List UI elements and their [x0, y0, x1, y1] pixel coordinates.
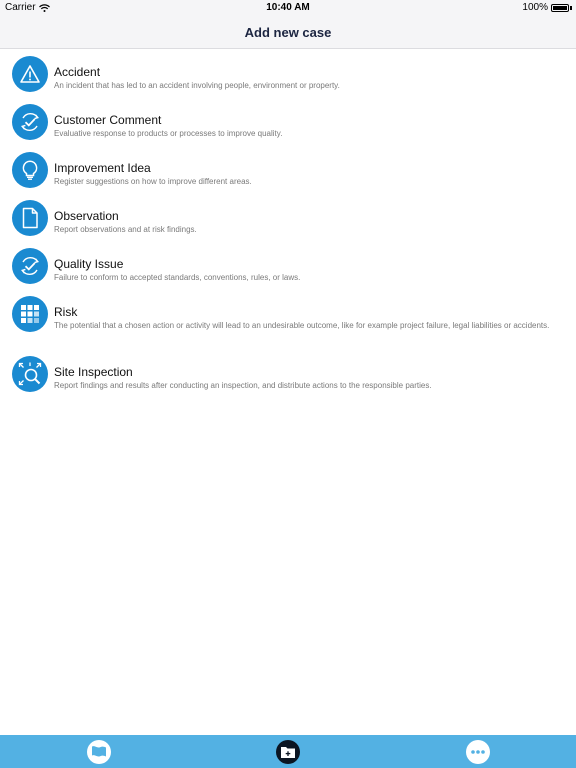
case-type-description: An incident that has led to an accident … — [54, 81, 340, 90]
case-type-customer-comment[interactable]: Customer Comment Evaluative response to … — [0, 97, 576, 145]
flag-icon — [92, 746, 106, 757]
document-icon — [12, 200, 48, 236]
case-type-site-inspection[interactable]: Site Inspection Report findings and resu… — [0, 349, 576, 397]
case-type-name: Improvement Idea — [54, 161, 151, 175]
case-type-description: Report observations and at risk findings… — [54, 225, 197, 234]
case-type-observation[interactable]: Observation Report observations and at r… — [0, 193, 576, 241]
case-type-description: Report findings and results after conduc… — [54, 381, 432, 390]
new-case-folder-icon — [281, 747, 295, 758]
case-type-name: Customer Comment — [54, 113, 162, 127]
page-title: Add new case — [244, 24, 332, 40]
case-type-description: Evaluative response to products or proce… — [54, 129, 283, 138]
case-type-list: Accident An incident that has led to an … — [0, 49, 576, 397]
battery-icon — [551, 3, 569, 12]
warning-icon — [12, 56, 48, 92]
lightbulb-icon — [12, 152, 48, 188]
tab-more[interactable] — [466, 740, 490, 764]
case-type-improvement-idea[interactable]: Improvement Idea Register suggestions on… — [0, 145, 576, 193]
case-type-description: Failure to conform to accepted standards… — [54, 273, 301, 282]
tab-bar — [0, 735, 576, 768]
case-type-quality-issue[interactable]: Quality Issue Failure to conform to acce… — [0, 241, 576, 289]
case-type-name: Risk — [54, 305, 78, 319]
case-type-name: Accident — [54, 65, 101, 79]
clock: 10:40 AM — [266, 2, 310, 13]
grid-icon — [12, 296, 48, 332]
navigation-bar: Add new case — [0, 16, 576, 49]
case-type-name: Site Inspection — [54, 365, 133, 379]
check-cycle-icon — [12, 248, 48, 284]
case-type-name: Observation — [54, 209, 119, 223]
case-type-description: Register suggestions on how to improve d… — [54, 177, 252, 186]
status-bar: Carrier 10:40 AM 100% — [0, 0, 576, 16]
case-type-description: The potential that a chosen action or ac… — [54, 321, 550, 330]
case-type-accident[interactable]: Accident An incident that has led to an … — [0, 49, 576, 97]
case-type-risk[interactable]: Risk The potential that a chosen action … — [0, 289, 576, 349]
more-icon — [471, 750, 485, 754]
battery-percent: 100% — [522, 2, 548, 13]
magnifier-icon — [12, 356, 48, 392]
battery-indicator: 100% — [522, 2, 572, 13]
case-type-name: Quality Issue — [54, 257, 124, 271]
check-cycle-icon — [12, 104, 48, 140]
battery-tip — [570, 5, 572, 10]
tab-flag[interactable] — [87, 740, 111, 764]
tab-new-case[interactable] — [276, 740, 300, 764]
